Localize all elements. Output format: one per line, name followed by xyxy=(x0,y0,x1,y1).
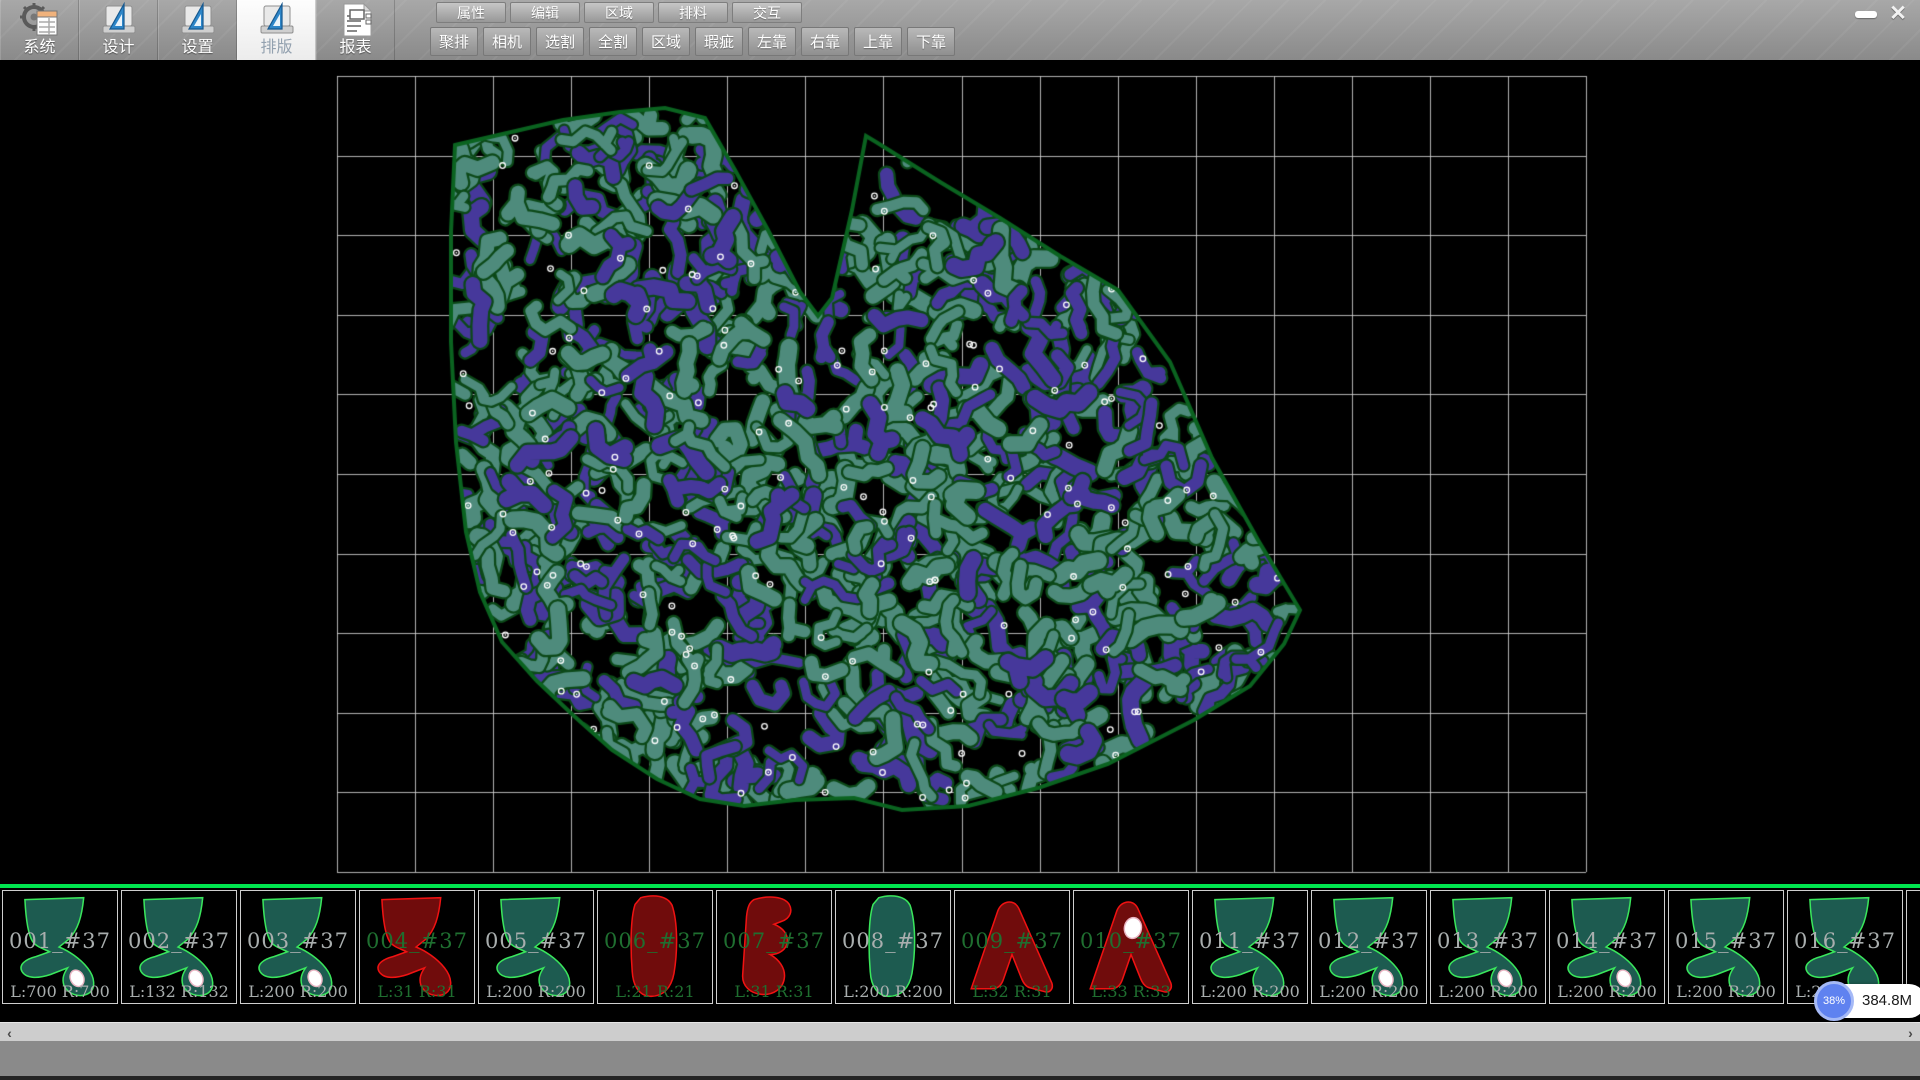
nav-tab-layout[interactable]: 排版 xyxy=(237,0,316,60)
nav-tab-settings[interactable]: 设置 xyxy=(158,0,237,60)
scroll-left-button[interactable]: ‹ xyxy=(0,1023,19,1042)
top-toolbar: 系统设计设置排版报表 属性编辑区域排料交互 聚排相机选割全割区域瑕疵左靠右靠上靠… xyxy=(0,0,1920,61)
scroll-right-button[interactable]: › xyxy=(1901,1023,1920,1042)
nav-tab-report[interactable]: 报表 xyxy=(316,0,395,60)
horizontal-scrollbar[interactable]: ‹ › xyxy=(0,1022,1920,1041)
thumbnail-cell[interactable]: 009_#37 L:32 R:31 xyxy=(954,890,1070,1004)
nav-tab-group: 系统 设计 设置 排版 报表 xyxy=(0,0,395,60)
report-icon xyxy=(335,2,377,38)
thumbnail-cell[interactable]: 007_#37 L:31 R:31 xyxy=(716,890,832,1004)
piece-id-label: 012_#37 xyxy=(1312,929,1426,953)
piece-id-label: 003_#37 xyxy=(241,929,355,953)
piece-lr-label: L:32 R:31 xyxy=(955,982,1069,1001)
piece-lr-label: L:200 R:200 xyxy=(1669,982,1783,1001)
piece-id-label: 006_#37 xyxy=(598,929,712,953)
menu-nesting[interactable]: 排料 xyxy=(658,2,728,23)
nav-tab-label: 报表 xyxy=(339,39,371,57)
nav-tab-label: 排版 xyxy=(260,39,292,57)
btn-align-right[interactable]: 右靠 xyxy=(801,27,849,56)
piece-id-label: 005_#37 xyxy=(479,929,593,953)
thumbnail-cells: 001_#37L:700 R:700002_#37L:132 R:132003_… xyxy=(2,890,1920,1004)
piece-lr-label: L:700 R:700 xyxy=(3,982,117,1001)
nav-tab-label: 设计 xyxy=(102,39,134,57)
thumbnail-cell[interactable]: 014_#37 L:200 R:200 xyxy=(1549,890,1665,1004)
btn-align-bottom[interactable]: 下靠 xyxy=(907,27,955,56)
thumbnail-cell[interactable]: 011_#37 L:200 R:200 xyxy=(1192,890,1308,1004)
thumbnail-cell[interactable]: 015_#37 L:200 R:200 xyxy=(1668,890,1784,1004)
percent-badge: 38% xyxy=(1814,981,1854,1021)
piece-id-label: 015_#37 xyxy=(1669,929,1783,953)
piece-lr-label: L:200 R:200 xyxy=(836,982,950,1001)
menu-region[interactable]: 区域 xyxy=(584,2,654,23)
menu-bar: 属性编辑区域排料交互 xyxy=(436,2,806,23)
thumbnail-cell[interactable]: 005_#37 L:200 R:200 xyxy=(478,890,594,1004)
tool-button-bar: 聚排相机选割全割区域瑕疵左靠右靠上靠下靠 xyxy=(430,27,960,56)
thumbnail-cell[interactable]: 003_#37 L:200 R:200 xyxy=(240,890,356,1004)
piece-lr-label: L:33 R:33 xyxy=(1074,982,1188,1001)
close-icon: ✕ xyxy=(1889,2,1907,26)
btn-camera[interactable]: 相机 xyxy=(483,27,531,56)
ruler-icon xyxy=(256,2,298,38)
nav-tab-system[interactable]: 系统 xyxy=(0,0,79,60)
btn-cut-all[interactable]: 全割 xyxy=(589,27,637,56)
menu-interactive[interactable]: 交互 xyxy=(732,2,802,23)
thumbnail-cell[interactable]: 010_#37 L:33 R:33 xyxy=(1073,890,1189,1004)
btn-select-cut[interactable]: 选割 xyxy=(536,27,584,56)
piece-lr-label: L:200 R:200 xyxy=(1431,982,1545,1001)
btn-align-top[interactable]: 上靠 xyxy=(854,27,902,56)
piece-lr-label: L:200 R:200 xyxy=(1312,982,1426,1001)
piece-id-label: 004_#37 xyxy=(360,929,474,953)
piece-id-label: 011_#37 xyxy=(1193,929,1307,953)
piece-lr-label: L:31 R:31 xyxy=(717,982,831,1001)
thumbnail-cell[interactable]: 004_#37 L:31 R:31 xyxy=(359,890,475,1004)
nav-tab-design[interactable]: 设计 xyxy=(79,0,158,60)
close-button[interactable]: ✕ xyxy=(1882,2,1914,26)
thumbnail-cell[interactable]: 008_#37 L:200 R:200 xyxy=(835,890,951,1004)
piece-id-label: 001_#37 xyxy=(3,929,117,953)
piece-lr-label: L:21 R:21 xyxy=(598,982,712,1001)
status-bar xyxy=(0,1041,1920,1076)
piece-lr-label: L:132 R:132 xyxy=(122,982,236,1001)
piece-id-label: 007_#37 xyxy=(717,929,831,953)
piece-lr-label: L:200 R:200 xyxy=(241,982,355,1001)
thumbnail-cell[interactable]: 012_#37 L:200 R:200 xyxy=(1311,890,1427,1004)
btn-defect[interactable]: 瑕疵 xyxy=(695,27,743,56)
menu-edit[interactable]: 编辑 xyxy=(510,2,580,23)
window-bottom-edge xyxy=(0,1076,1920,1080)
thumbnail-cell[interactable]: 002_#37 L:132 R:132 xyxy=(121,890,237,1004)
window-controls: ✕ xyxy=(1850,2,1914,26)
minimize-icon xyxy=(1855,11,1877,18)
thumbnail-strip: 001_#37L:700 R:700002_#37L:132 R:132003_… xyxy=(0,884,1920,1022)
piece-lr-label: L:200 R:200 xyxy=(1550,982,1664,1001)
piece-id-label: 002_#37 xyxy=(122,929,236,953)
piece-lr-label: L:200 R:200 xyxy=(479,982,593,1001)
ruler-icon xyxy=(98,2,140,38)
application-window: 系统设计设置排版报表 属性编辑区域排料交互 聚排相机选割全割区域瑕疵左靠右靠上靠… xyxy=(0,0,1920,1080)
btn-region[interactable]: 区域 xyxy=(642,27,690,56)
thumbnail-cell[interactable]: 001_#37 L:700 R:700 xyxy=(2,890,118,1004)
piece-lr-label: L:31 R:31 xyxy=(360,982,474,1001)
ruler-icon xyxy=(177,2,219,38)
thumbnail-cell[interactable]: 013_#37 L:200 R:200 xyxy=(1430,890,1546,1004)
nav-tab-label: 系统 xyxy=(23,39,55,57)
piece-id-label: 014_#37 xyxy=(1550,929,1664,953)
piece-id-label: 016_#37 xyxy=(1788,929,1902,953)
thumbnail-cell[interactable]: 006_#37 L:21 R:21 xyxy=(597,890,713,1004)
piece-id-label: 008_#37 xyxy=(836,929,950,953)
piece-id-label: 010_#37 xyxy=(1074,929,1188,953)
piece-id-label: 009_#37 xyxy=(955,929,1069,953)
gear-icon xyxy=(19,2,61,38)
btn-align-left[interactable]: 左靠 xyxy=(748,27,796,56)
btn-cluster-nest[interactable]: 聚排 xyxy=(430,27,478,56)
nesting-canvas[interactable] xyxy=(0,60,1920,884)
nav-tab-label: 设置 xyxy=(181,39,213,57)
menu-properties[interactable]: 属性 xyxy=(436,2,506,23)
piece-lr-label: L:200 R:200 xyxy=(1193,982,1307,1001)
piece-id-label: 013_#37 xyxy=(1431,929,1545,953)
minimize-button[interactable] xyxy=(1850,2,1882,26)
